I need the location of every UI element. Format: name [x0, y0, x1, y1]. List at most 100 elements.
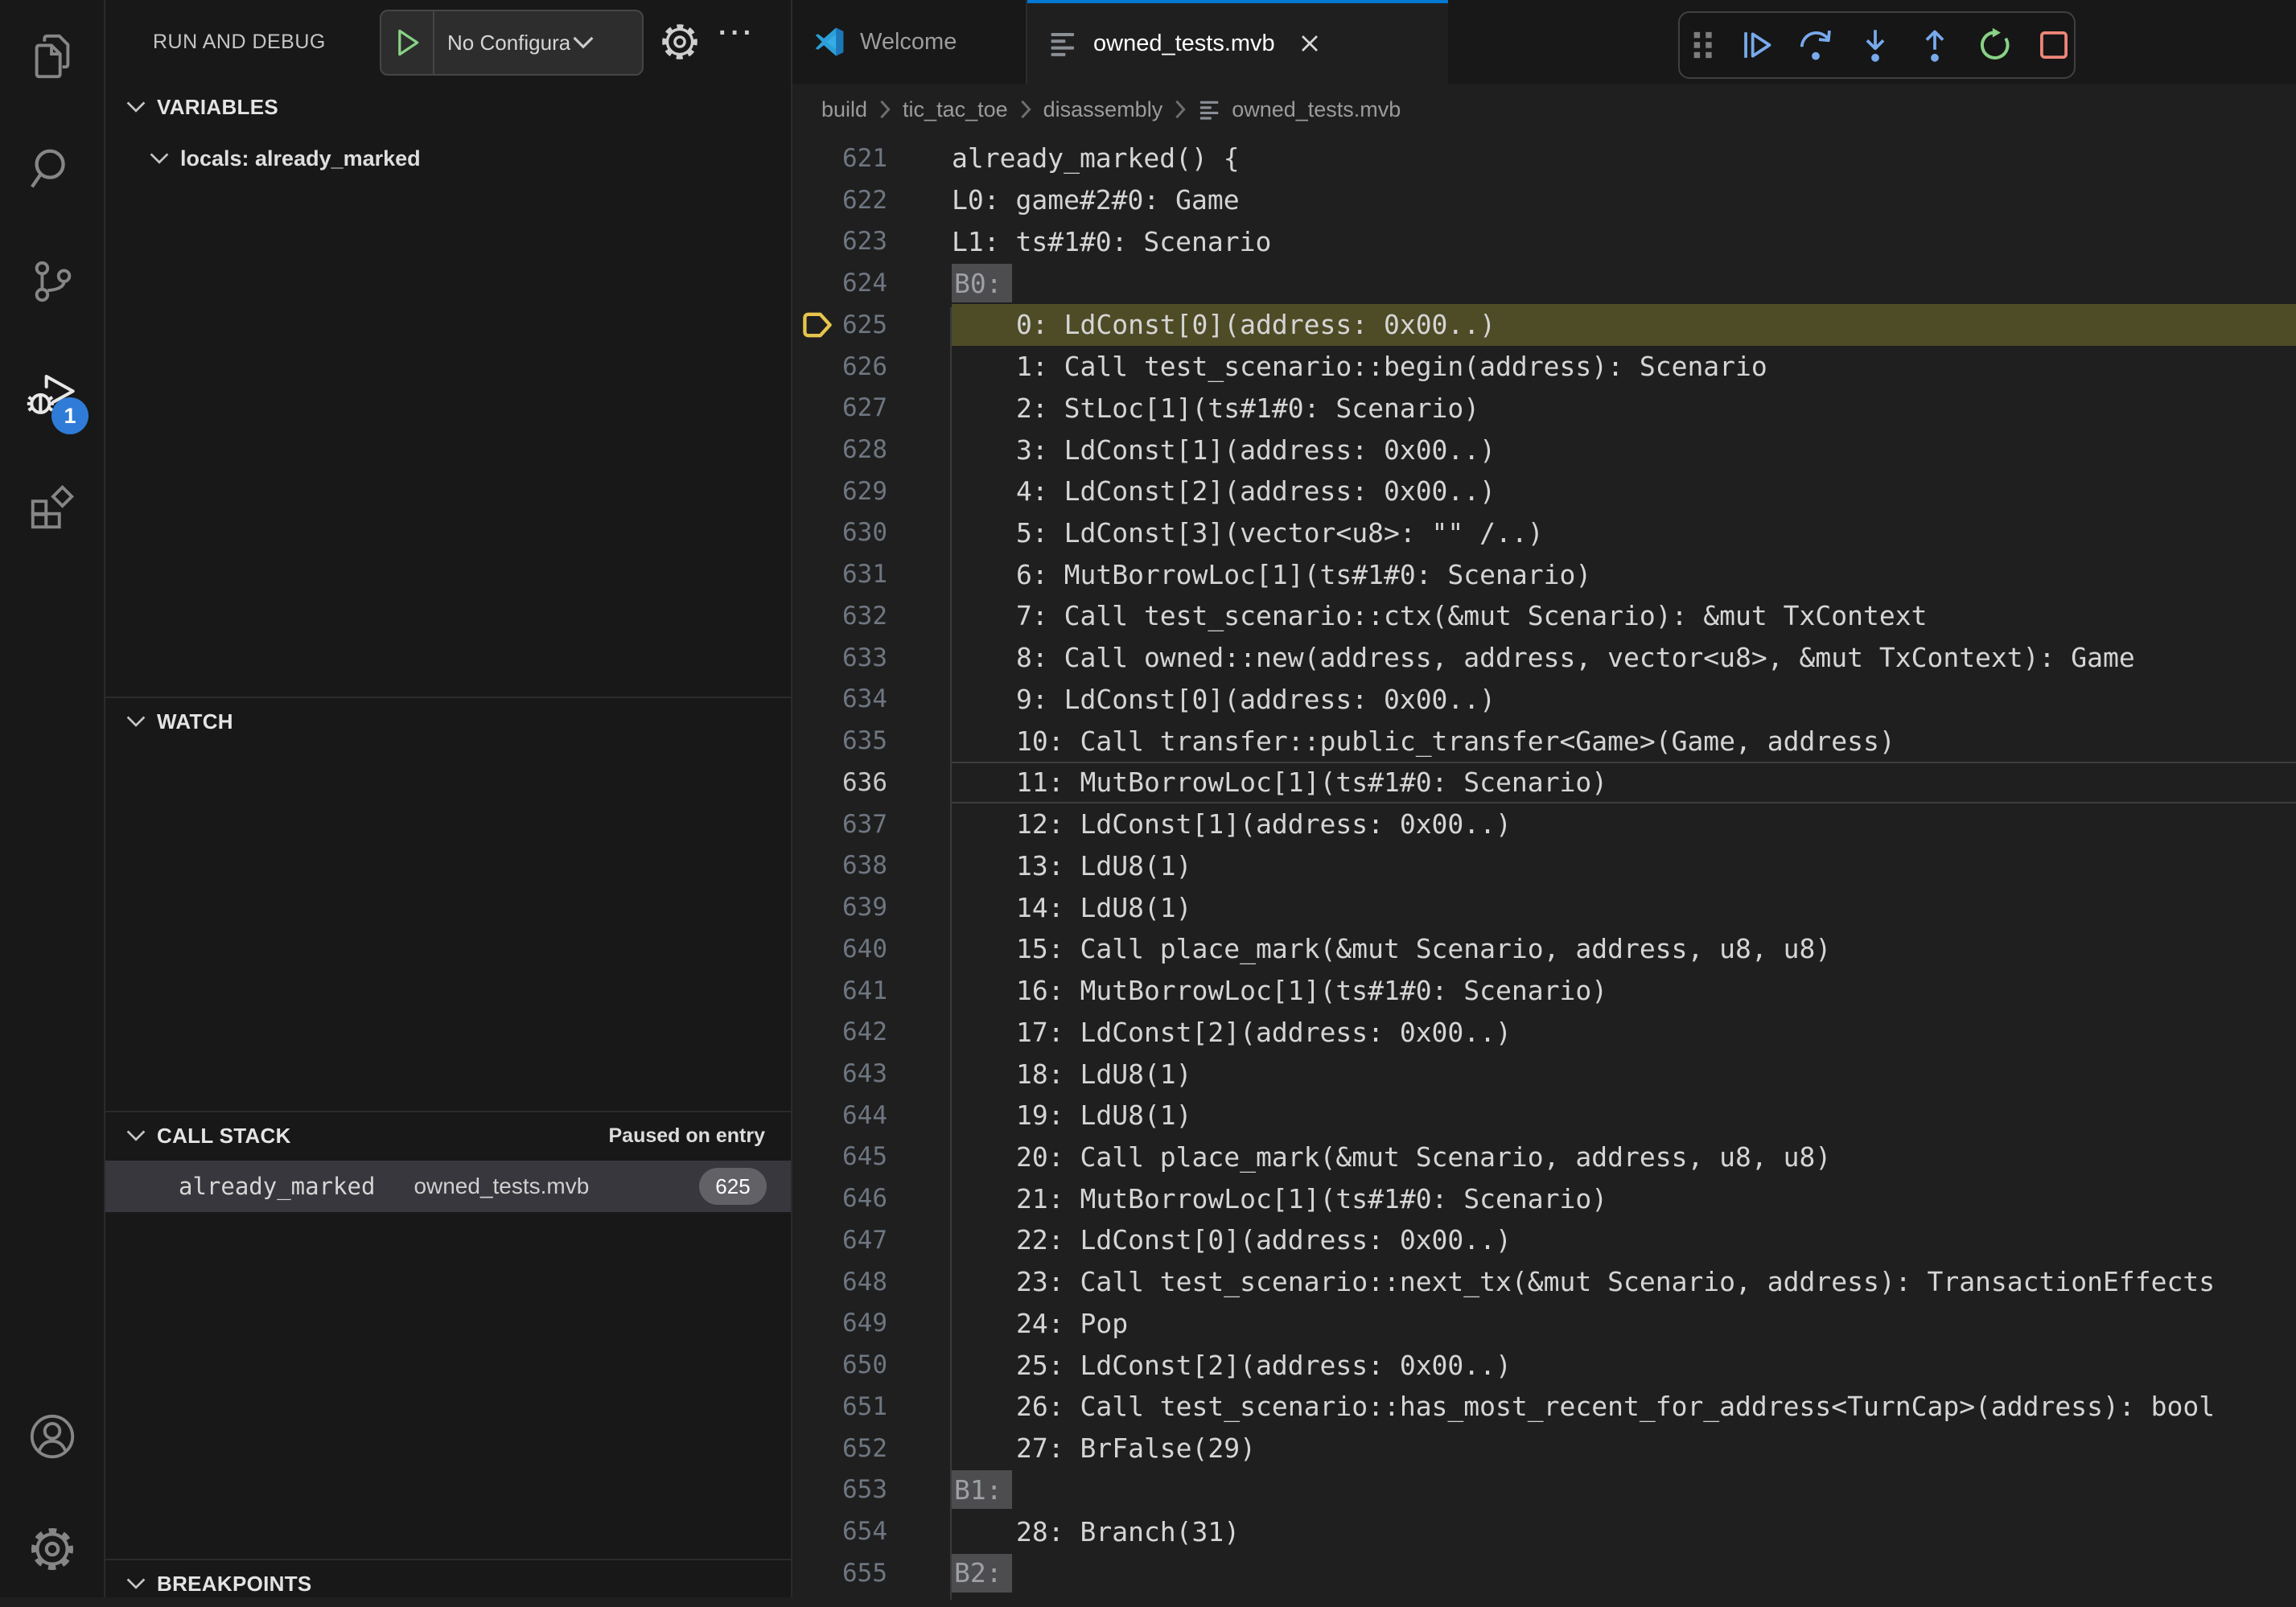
code-line[interactable]: 65025: LdConst[2](address: 0x00..): [792, 1344, 2296, 1386]
code-line[interactable]: 6327: Call test_scenario::ctx(&mut Scena…: [792, 595, 2296, 637]
line-number[interactable]: 629: [792, 471, 952, 512]
code-line[interactable]: 63611: MutBorrowLoc[1](ts#1#0: Scenario): [792, 762, 2296, 804]
line-number[interactable]: 640: [792, 928, 952, 970]
code-line-text[interactable]: L1: ts#1#0: Scenario: [952, 220, 2296, 262]
code-line[interactable]: 6316: MutBorrowLoc[1](ts#1#0: Scenario): [792, 553, 2296, 595]
line-number[interactable]: 653: [792, 1469, 952, 1511]
code-line-text[interactable]: 28: Branch(31): [952, 1510, 2296, 1552]
code-line[interactable]: 64924: Pop: [792, 1303, 2296, 1345]
code-line[interactable]: 64722: LdConst[0](address: 0x00..): [792, 1219, 2296, 1261]
code-line-text[interactable]: 15: Call place_mark(&mut Scenario, addre…: [952, 928, 2296, 970]
code-line-text[interactable]: 9: LdConst[0](address: 0x00..): [952, 679, 2296, 721]
config-dropdown-label[interactable]: No Configura: [447, 31, 570, 55]
line-number[interactable]: 655: [792, 1552, 952, 1594]
code-line[interactable]: 65126: Call test_scenario::has_most_rece…: [792, 1386, 2296, 1428]
code-line-text[interactable]: 1: Call test_scenario::begin(address): S…: [952, 346, 2296, 388]
step-into-button[interactable]: [1857, 27, 1894, 64]
toolbar-drag-grip[interactable]: [1691, 27, 1715, 64]
line-number[interactable]: 647: [792, 1219, 952, 1261]
chevron-down-icon[interactable]: [572, 35, 595, 50]
watch-section-header[interactable]: WATCH: [105, 698, 791, 745]
code-line-text[interactable]: B1:: [952, 1469, 2296, 1511]
code-line[interactable]: 63712: LdConst[1](address: 0x00..): [792, 804, 2296, 845]
code-line-text[interactable]: 4: LdConst[2](address: 0x00..): [952, 471, 2296, 512]
code-line-text[interactable]: already_marked() {: [952, 138, 2296, 179]
code-line-text[interactable]: 11: MutBorrowLoc[1](ts#1#0: Scenario): [952, 762, 2296, 804]
breadcrumb-file[interactable]: owned_tests.mvb: [1198, 97, 1401, 122]
code-line[interactable]: 65227: BrFalse(29): [792, 1428, 2296, 1469]
call-stack-section-header[interactable]: CALL STACK Paused on entry: [105, 1112, 791, 1159]
breadcrumb-item[interactable]: tic_tac_toe: [903, 97, 1008, 122]
code-line-text[interactable]: 26: Call test_scenario::has_most_recent_…: [952, 1386, 2296, 1428]
line-number[interactable]: 634: [792, 679, 952, 721]
line-number[interactable]: 628: [792, 429, 952, 471]
line-number[interactable]: 633: [792, 637, 952, 679]
line-number[interactable]: 631: [792, 553, 952, 595]
line-number[interactable]: 648: [792, 1261, 952, 1303]
code-line[interactable]: 6349: LdConst[0](address: 0x00..): [792, 679, 2296, 721]
code-line[interactable]: 64318: LdU8(1): [792, 1053, 2296, 1095]
code-line-text[interactable]: 19: LdU8(1): [952, 1095, 2296, 1136]
code-line-text[interactable]: 12: LdConst[1](address: 0x00..): [952, 804, 2296, 845]
more-actions-icon[interactable]: ···: [718, 18, 755, 49]
line-number[interactable]: 635: [792, 720, 952, 762]
code-editor[interactable]: 621already_marked() {622L0: game#2#0: Ga…: [792, 135, 2296, 1600]
code-line-text[interactable]: 3: LdConst[1](address: 0x00..): [952, 429, 2296, 471]
code-line[interactable]: 623L1: ts#1#0: Scenario: [792, 220, 2296, 262]
line-number[interactable]: 651: [792, 1386, 952, 1428]
code-line-text[interactable]: 14: LdU8(1): [952, 886, 2296, 928]
code-line[interactable]: 64419: LdU8(1): [792, 1095, 2296, 1136]
tab-owned-tests[interactable]: owned_tests.mvb: [1027, 0, 1448, 84]
activity-item-settings[interactable]: [0, 1493, 104, 1605]
code-line[interactable]: 63813: LdU8(1): [792, 845, 2296, 886]
start-debug-icon[interactable]: [381, 27, 433, 58]
activity-item-search[interactable]: [0, 113, 104, 225]
code-line-text[interactable]: 20: Call place_mark(&mut Scenario, addre…: [952, 1136, 2296, 1178]
line-number[interactable]: 650: [792, 1344, 952, 1386]
code-line-text[interactable]: 8: Call owned::new(address, address, vec…: [952, 637, 2296, 679]
code-line[interactable]: 6305: LdConst[3](vector<u8>: "" /..): [792, 512, 2296, 554]
code-line[interactable]: 63914: LdU8(1): [792, 886, 2296, 928]
line-number[interactable]: 652: [792, 1428, 952, 1469]
line-number[interactable]: 621: [792, 138, 952, 179]
code-line-text[interactable]: B0:: [952, 262, 2296, 304]
code-line[interactable]: 6283: LdConst[1](address: 0x00..): [792, 429, 2296, 471]
code-line[interactable]: 64621: MutBorrowLoc[1](ts#1#0: Scenario): [792, 1178, 2296, 1219]
code-line[interactable]: 63510: Call transfer::public_transfer<Ga…: [792, 720, 2296, 762]
code-line-text[interactable]: 21: MutBorrowLoc[1](ts#1#0: Scenario): [952, 1178, 2296, 1219]
line-number[interactable]: 642: [792, 1011, 952, 1053]
code-line-text[interactable]: 7: Call test_scenario::ctx(&mut Scenario…: [952, 595, 2296, 637]
step-out-button[interactable]: [1916, 27, 1953, 64]
restart-button[interactable]: [1976, 27, 2013, 64]
code-line[interactable]: 655B2:: [792, 1552, 2296, 1594]
code-line-text[interactable]: 17: LdConst[2](address: 0x00..): [952, 1011, 2296, 1053]
line-number[interactable]: 649: [792, 1303, 952, 1345]
line-number[interactable]: 644: [792, 1095, 952, 1136]
code-line-text[interactable]: 24: Pop: [952, 1303, 2296, 1345]
code-line-text[interactable]: 18: LdU8(1): [952, 1053, 2296, 1095]
tab-welcome[interactable]: Welcome: [792, 0, 1027, 84]
step-over-button[interactable]: [1797, 27, 1834, 64]
breadcrumb-item[interactable]: build: [821, 97, 867, 122]
line-number[interactable]: 624: [792, 262, 952, 304]
continue-button[interactable]: [1738, 27, 1775, 64]
activity-item-source-control[interactable]: [0, 225, 104, 338]
activity-item-run-and-debug[interactable]: 1: [0, 338, 104, 450]
code-line[interactable]: 64823: Call test_scenario::next_tx(&mut …: [792, 1261, 2296, 1303]
line-number[interactable]: 636: [792, 762, 952, 804]
variables-section-header[interactable]: VARIABLES: [105, 84, 791, 130]
activity-item-account[interactable]: [0, 1380, 104, 1493]
code-line[interactable]: 6261: Call test_scenario::begin(address)…: [792, 346, 2296, 388]
breadcrumb-item[interactable]: disassembly: [1043, 97, 1163, 122]
code-line[interactable]: 64015: Call place_mark(&mut Scenario, ad…: [792, 928, 2296, 970]
code-line-text[interactable]: 6: MutBorrowLoc[1](ts#1#0: Scenario): [952, 553, 2296, 595]
line-number[interactable]: 654: [792, 1510, 952, 1552]
debug-settings-gear-icon[interactable]: [659, 21, 701, 63]
code-line-text[interactable]: 2: StLoc[1](ts#1#0: Scenario): [952, 387, 2296, 429]
code-line[interactable]: 621already_marked() {: [792, 138, 2296, 179]
activity-item-extensions[interactable]: [0, 450, 104, 563]
code-line[interactable]: 64217: LdConst[2](address: 0x00..): [792, 1011, 2296, 1053]
code-line-text[interactable]: 25: LdConst[2](address: 0x00..): [952, 1344, 2296, 1386]
line-number[interactable]: 637: [792, 804, 952, 845]
code-line-text[interactable]: 16: MutBorrowLoc[1](ts#1#0: Scenario): [952, 970, 2296, 1012]
